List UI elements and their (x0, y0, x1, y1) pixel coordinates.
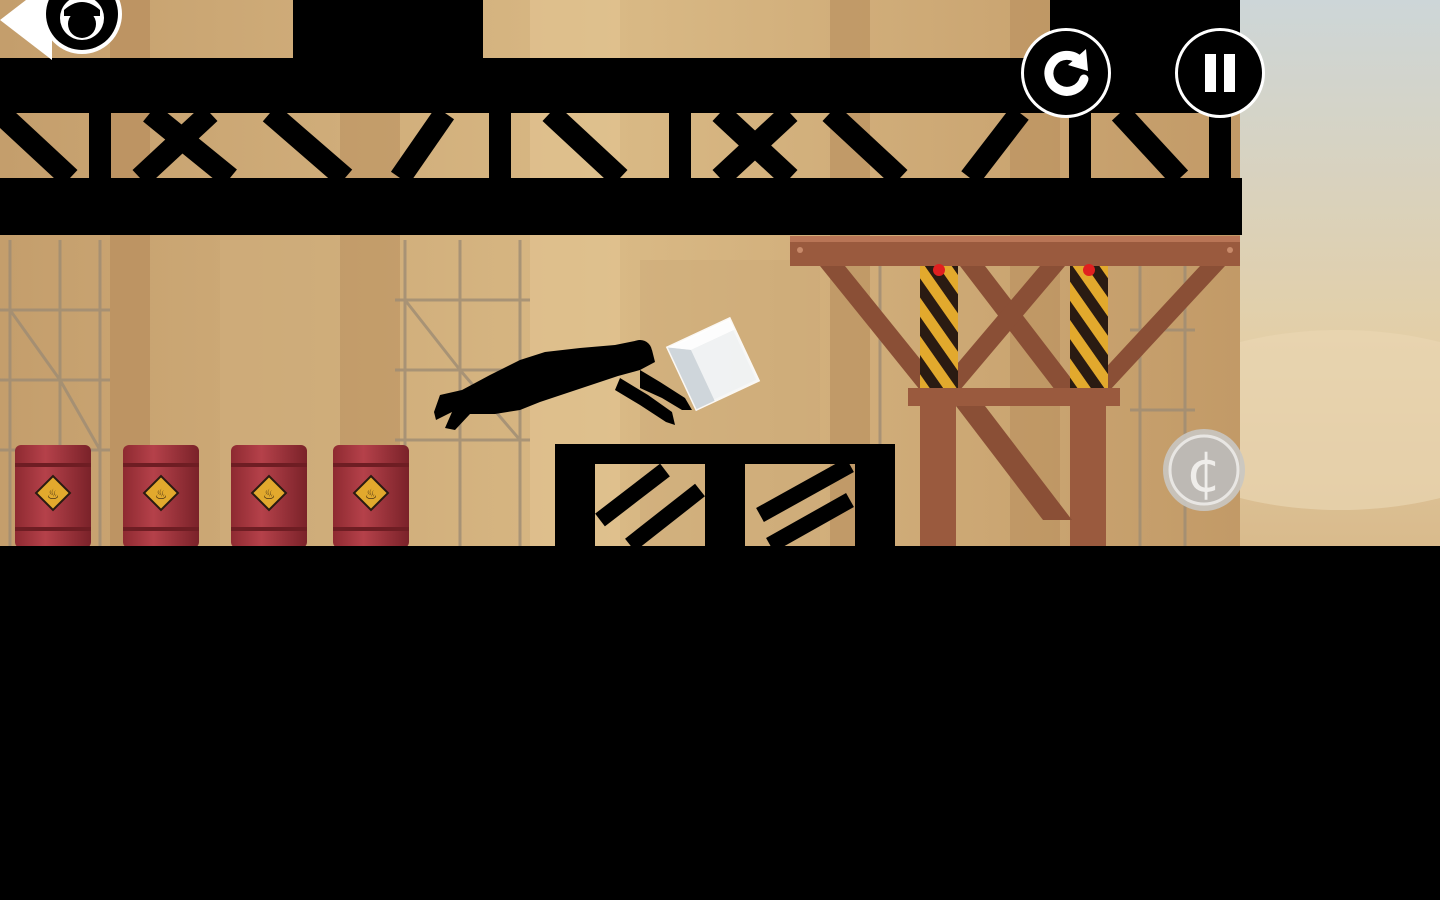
ground (0, 546, 1440, 900)
barrel: ♨ (333, 445, 409, 548)
pause-button[interactable] (1175, 28, 1265, 118)
restart-button[interactable] (1021, 28, 1111, 118)
barrel: ♨ (231, 445, 307, 548)
svg-text:♨: ♨ (47, 487, 60, 503)
back-arrow-icon (0, 0, 122, 60)
coin-symbol: ¢ (1186, 440, 1222, 505)
game-scene: ♨ ♨ ♨ ♨ ¢ (0, 0, 1440, 900)
coin: ¢ (1163, 429, 1245, 511)
back-button[interactable] (0, 0, 130, 60)
pause-icon (1205, 54, 1235, 92)
svg-text:♨: ♨ (155, 487, 168, 503)
svg-text:♨: ♨ (365, 487, 378, 503)
restart-icon (1044, 49, 1089, 96)
barrel: ♨ (15, 445, 91, 548)
svg-text:♨: ♨ (263, 487, 276, 503)
barrel: ♨ (123, 445, 199, 548)
